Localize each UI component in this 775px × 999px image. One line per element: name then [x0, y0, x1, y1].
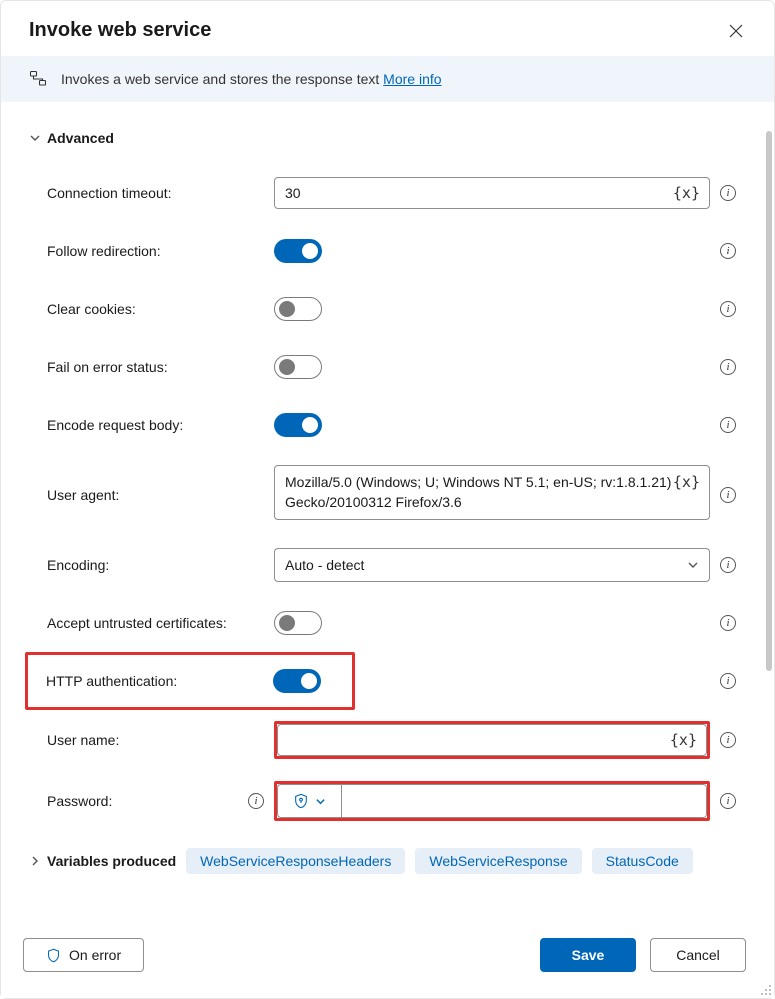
resize-grip-icon[interactable]	[760, 984, 772, 996]
advanced-section-toggle[interactable]: Advanced	[29, 124, 746, 152]
close-icon	[729, 24, 743, 38]
info-icon[interactable]: i	[720, 732, 736, 748]
info-icon[interactable]: i	[720, 793, 736, 809]
toggle-fail-on-error[interactable]	[274, 355, 322, 379]
content-area: Advanced Connection timeout: {x} i Follo…	[1, 102, 774, 890]
info-icon[interactable]: i	[720, 557, 736, 573]
row-encoding: Encoding: Auto - detect i	[29, 536, 746, 594]
close-button[interactable]	[726, 21, 746, 41]
toggle-accept-untrusted[interactable]	[274, 611, 322, 635]
info-icon[interactable]: i	[720, 417, 736, 433]
label-user-name: User name:	[29, 732, 274, 748]
toggle-http-auth[interactable]	[273, 669, 321, 693]
label-accept-untrusted: Accept untrusted certificates:	[29, 615, 274, 631]
more-info-link[interactable]: More info	[383, 71, 441, 87]
variable-chip[interactable]: StatusCode	[592, 848, 693, 874]
info-icon[interactable]: i	[720, 615, 736, 631]
chevron-down-icon	[29, 132, 41, 144]
input-password[interactable]	[342, 785, 706, 817]
advanced-label: Advanced	[47, 130, 114, 146]
dialog-footer: On error Save Cancel	[1, 920, 774, 998]
credential-selector[interactable]	[278, 785, 342, 817]
label-encoding: Encoding:	[29, 557, 274, 573]
row-clear-cookies: Clear cookies: i	[29, 280, 746, 338]
shield-lock-icon	[293, 793, 309, 809]
label-clear-cookies: Clear cookies:	[29, 301, 274, 317]
chevron-down-icon	[687, 559, 699, 571]
description-text: Invokes a web service and stores the res…	[61, 71, 379, 87]
toggle-clear-cookies[interactable]	[274, 297, 322, 321]
toggle-follow-redirection[interactable]	[274, 239, 322, 263]
row-fail-on-error: Fail on error status: i	[29, 338, 746, 396]
toggle-encode-body[interactable]	[274, 413, 322, 437]
scrollbar[interactable]	[766, 131, 772, 771]
input-connection-timeout[interactable]	[274, 177, 710, 209]
info-icon[interactable]: i	[720, 301, 736, 317]
row-follow-redirection: Follow redirection: i	[29, 222, 746, 280]
on-error-button[interactable]: On error	[23, 938, 144, 972]
dialog-header: Invoke web service	[1, 1, 774, 56]
label-encode-body: Encode request body:	[29, 417, 274, 433]
variable-chip[interactable]: WebServiceResponseHeaders	[186, 848, 405, 874]
row-accept-untrusted: Accept untrusted certificates: i	[29, 594, 746, 652]
label-user-agent: User agent:	[29, 487, 274, 503]
info-icon[interactable]: i	[248, 793, 264, 809]
row-http-auth: HTTP authentication:	[25, 652, 355, 710]
input-password-composite	[277, 784, 707, 818]
scrollbar-thumb[interactable]	[766, 131, 772, 671]
row-connection-timeout: Connection timeout: {x} i	[29, 164, 746, 222]
web-service-icon	[29, 70, 47, 88]
info-icon[interactable]: i	[720, 487, 736, 503]
select-encoding-value: Auto - detect	[285, 557, 364, 573]
dialog-title: Invoke web service	[29, 19, 211, 42]
info-icon[interactable]: i	[720, 673, 736, 689]
row-encode-body: Encode request body: i	[29, 396, 746, 454]
variable-chip[interactable]: WebServiceResponse	[415, 848, 581, 874]
info-icon[interactable]: i	[720, 243, 736, 259]
label-follow-redirection: Follow redirection:	[29, 243, 274, 259]
variables-produced-row: Variables produced WebServiceResponseHea…	[29, 832, 746, 890]
chevron-right-icon	[29, 855, 41, 867]
row-user-name: User name: {x} i	[29, 710, 746, 770]
info-icon[interactable]: i	[720, 359, 736, 375]
cancel-button[interactable]: Cancel	[650, 938, 746, 972]
input-user-agent[interactable]: Mozilla/5.0 (Windows; U; Windows NT 5.1;…	[274, 465, 710, 520]
row-user-agent: User agent: Mozilla/5.0 (Windows; U; Win…	[29, 454, 746, 536]
variables-produced-toggle[interactable]: Variables produced	[29, 853, 176, 869]
shield-icon	[46, 948, 61, 963]
select-encoding[interactable]: Auto - detect	[274, 548, 710, 582]
label-http-auth: HTTP authentication:	[32, 673, 273, 689]
row-password: Password: i i	[29, 770, 746, 832]
info-icon[interactable]: i	[720, 185, 736, 201]
chevron-down-icon	[315, 796, 326, 807]
label-password: Password: i	[29, 793, 274, 809]
save-button[interactable]: Save	[540, 938, 636, 972]
input-user-name[interactable]	[277, 724, 707, 756]
label-fail-on-error: Fail on error status:	[29, 359, 274, 375]
description-bar: Invokes a web service and stores the res…	[1, 56, 774, 102]
label-connection-timeout: Connection timeout:	[29, 185, 274, 201]
